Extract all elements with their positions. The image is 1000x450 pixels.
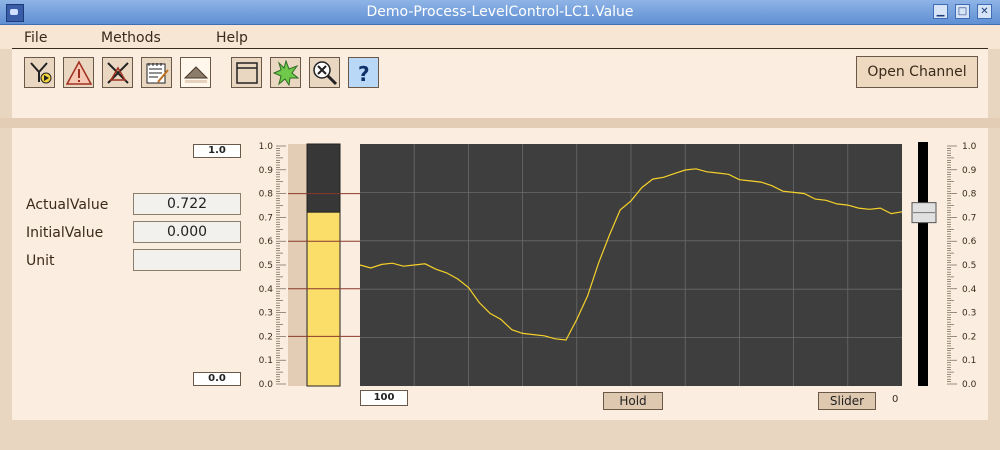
slider-min-label: 0 [892,394,899,405]
axis-tick-label: 0.1 [962,356,976,366]
svg-text:?: ? [358,62,370,86]
axis-tick-label: 0.0 [962,380,977,390]
main-panel: ActualValue 0.722 InitialValue 0.000 Uni… [12,128,988,420]
level-bar-fill [306,211,341,387]
zoom-button[interactable] [309,57,340,88]
edit-button[interactable] [141,57,172,88]
slider-handle[interactable] [911,202,937,224]
section-divider [0,118,1000,128]
right-axis: 1.0 0.9 0.8 0.7 0.6 0.5 0.4 0.3 0.2 0.1 0.0 [947,142,977,390]
axis-tick-label: 1.0 [259,142,274,152]
hold-button[interactable]: Hold [603,392,663,410]
slider-button[interactable]: Slider [818,392,876,410]
minimize-icon: ▁ [936,6,945,17]
left-axis: 1.0 0.9 0.8 0.7 0.6 0.5 0.4 0.3 0.2 0.1 0.0 [259,142,286,390]
maximize-icon: □ [957,6,968,17]
axis-tick-label: 0.6 [962,237,977,247]
menu-help[interactable]: Help [216,30,248,46]
axis-tick-label: 0.8 [259,190,274,200]
star-burst-icon [273,60,299,86]
close-button[interactable]: ✕ [977,4,992,19]
window-icon [236,62,258,84]
minimize-button[interactable]: ▁ [933,4,948,19]
title-bar: Demo-Process-LevelControl-LC1.Value ▁ □ … [0,0,1000,25]
axis-tick-label: 0.1 [259,356,273,366]
axis-tick-label: 0.4 [259,285,274,295]
menu-methods[interactable]: Methods [101,30,161,46]
menu-bar: File Methods Help [0,25,1000,49]
alarm-warning-icon [66,60,92,85]
axis-tick-label: 0.7 [962,213,976,223]
trend-tool-button[interactable] [24,57,55,88]
toolbar: ? Open Channel [12,49,988,118]
window-title: Demo-Process-LevelControl-LC1.Value [366,4,634,20]
level-bar [306,143,341,387]
time-range-field[interactable]: 100 [360,390,408,406]
axis-tick-label: 0.6 [259,237,274,247]
axis-tick-label: 0.2 [962,332,976,342]
axis-tick-label: 0.4 [962,285,977,295]
axis-tick-label: 0.8 [962,190,977,200]
axis-tick-label: 1.0 [962,142,977,152]
trend-tool-icon [30,62,52,84]
block-cross-icon [107,62,129,84]
zoom-x-icon [313,61,338,86]
value-slider[interactable] [911,142,937,386]
trend-display: 1.0 0.9 0.8 0.7 0.6 0.5 0.4 0.3 0.2 0.1 0.0 1.0 0.9… [259,142,977,390]
help-question-icon: ? [358,62,370,86]
eject-triangle-icon [183,66,209,83]
alarm-button[interactable] [63,57,94,88]
axis-tick-label: 0.5 [962,261,976,271]
menu-file[interactable]: File [24,30,47,46]
open-channel-button[interactable]: Open Channel [856,56,978,88]
axis-tick-label: 0.2 [259,332,273,342]
edit-notes-icon [146,63,169,84]
maximize-button[interactable]: □ [955,4,970,19]
axis-tick-label: 0.3 [962,309,976,319]
axis-tick-label: 0.7 [259,213,273,223]
axis-tick-label: 0.0 [259,380,274,390]
status-bar [0,420,1000,450]
slider-track[interactable] [918,142,928,386]
star-button[interactable] [270,57,301,88]
block-button[interactable] [102,57,133,88]
window-button[interactable] [231,57,262,88]
axis-tick-label: 0.9 [962,166,977,176]
eject-button[interactable] [180,57,211,88]
axis-tick-label: 0.3 [259,309,273,319]
axis-tick-label: 0.5 [259,261,273,271]
close-icon: ✕ [980,6,989,17]
help-button[interactable]: ? [348,57,379,88]
axis-tick-label: 0.9 [259,166,274,176]
